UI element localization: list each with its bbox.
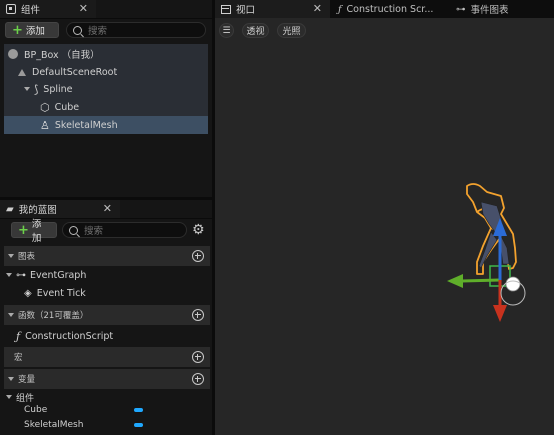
plus-icon: + <box>18 222 29 238</box>
close-icon[interactable]: ✕ <box>79 2 88 15</box>
perspective-button[interactable]: 透视 <box>242 23 269 38</box>
add-macro-icon[interactable] <box>192 351 204 363</box>
add-variable-icon[interactable] <box>192 373 204 385</box>
variable-type-pill <box>134 408 143 412</box>
function-item-construction-script[interactable]: ƒ ConstructionScript <box>4 327 208 345</box>
add-graph-icon[interactable] <box>192 250 204 262</box>
section-variables[interactable]: 变量 <box>4 369 210 389</box>
tab-components-label: 组件 <box>21 5 41 16</box>
function-icon: ƒ <box>338 3 342 15</box>
chevron-down-icon[interactable] <box>8 254 14 258</box>
close-icon[interactable]: ✕ <box>313 2 322 15</box>
cube-icon: ⬡ <box>40 100 50 114</box>
viewport-options-button[interactable]: ☰ <box>219 23 234 38</box>
tab-event-graph[interactable]: ⊶ 事件图表 <box>450 0 554 18</box>
tab-viewport[interactable]: 视口 ✕ <box>215 0 330 18</box>
tree-item-default-scene-root[interactable]: DefaultSceneRoot <box>4 63 208 81</box>
plus-icon: + <box>12 22 23 38</box>
add-blueprint-item-button[interactable]: + 添加 <box>11 219 57 244</box>
variable-item-skeletal-mesh[interactable]: SkeletalMesh <box>4 416 208 434</box>
book-icon: ▰ <box>6 203 14 215</box>
add-function-icon[interactable] <box>192 309 204 321</box>
chevron-down-icon[interactable] <box>6 273 12 277</box>
tab-construction-script[interactable]: ƒ Construction Scr... <box>332 0 447 18</box>
viewport[interactable]: ☰ 透视 光照 <box>215 18 554 435</box>
section-macros[interactable]: 宏 <box>4 347 210 367</box>
spline-icon: ⟆ <box>34 82 39 96</box>
blueprint-search-input[interactable]: 搜索 <box>62 222 187 238</box>
viewport-scene <box>447 183 526 322</box>
tab-components[interactable]: 组件 ✕ <box>0 0 96 18</box>
chevron-down-icon[interactable] <box>24 87 30 91</box>
skeletal-mesh-icon: ♙ <box>40 118 50 132</box>
event-graph-icon: ⊶ <box>16 269 26 281</box>
variable-type-pill <box>134 423 143 427</box>
tree-item-skeletal-mesh[interactable]: ♙ SkeletalMesh <box>4 116 208 134</box>
tree-item-cube[interactable]: ⬡ Cube <box>4 98 208 116</box>
tab-my-blueprint[interactable]: ▰ 我的蓝图 ✕ <box>0 200 120 218</box>
chevron-down-icon[interactable] <box>8 313 14 317</box>
components-search-input[interactable]: 搜索 <box>66 22 206 38</box>
event-icon: ◈ <box>24 287 32 299</box>
scene-root-icon <box>18 68 26 76</box>
graph-item-event-graph[interactable]: ⊶ EventGraph <box>4 266 208 284</box>
chevron-down-icon[interactable] <box>8 377 14 381</box>
graph-item-event-tick[interactable]: ◈ Event Tick <box>4 284 208 302</box>
tree-item-spline[interactable]: ⟆ Spline <box>4 80 208 98</box>
close-icon[interactable]: ✕ <box>103 202 112 215</box>
function-icon: ƒ <box>16 329 21 343</box>
components-panel: 组件 ✕ + 添加 搜索 BP_Box （自我） DefaultSceneRoo… <box>0 0 212 200</box>
search-icon <box>73 25 84 38</box>
viewport-icon <box>221 4 231 14</box>
actor-icon <box>8 49 18 59</box>
lighting-button[interactable]: 光照 <box>277 23 306 38</box>
gear-icon[interactable]: ⚙ <box>192 222 205 238</box>
chevron-down-icon[interactable] <box>6 395 12 399</box>
components-icon <box>6 4 16 14</box>
section-functions[interactable]: 函数（21可覆盖） <box>4 305 210 325</box>
section-graphs[interactable]: 图表 <box>4 246 210 266</box>
event-graph-icon: ⊶ <box>456 3 466 15</box>
search-icon <box>69 225 80 238</box>
my-blueprint-panel: ▰ 我的蓝图 ✕ + 添加 搜索 ⚙ 图表 ⊶ EventGraph ◈ Eve… <box>0 200 212 435</box>
tree-item-bp-box[interactable]: BP_Box （自我） <box>4 45 208 63</box>
add-component-button[interactable]: + 添加 <box>5 22 59 38</box>
hamburger-icon: ☰ <box>222 25 231 36</box>
